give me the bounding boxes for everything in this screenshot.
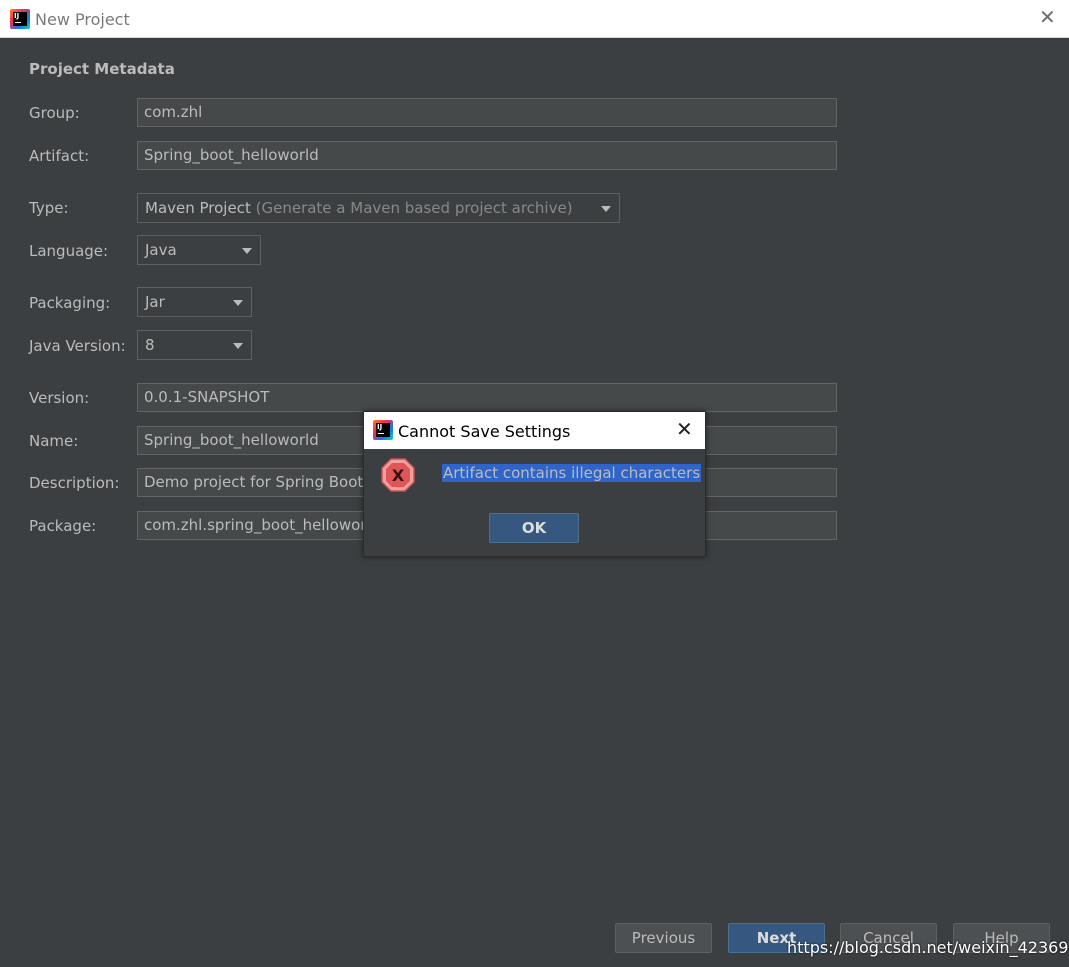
chevron-down-icon	[233, 300, 243, 306]
window-title: New Project	[35, 10, 130, 29]
java-version-label: Java Version:	[29, 337, 126, 355]
packaging-select[interactable]: Jar	[137, 287, 252, 317]
language-label: Language:	[29, 242, 109, 260]
intellij-idea-icon: IJ	[10, 9, 30, 29]
language-select[interactable]: Java	[137, 235, 261, 265]
type-select-hint: (Generate a Maven based project archive)	[255, 199, 573, 217]
window-close-icon[interactable]: ✕	[1039, 8, 1056, 28]
dialog-title: Cannot Save Settings	[398, 422, 571, 441]
language-select-value: Java	[145, 241, 177, 259]
ok-button[interactable]: OK	[489, 513, 579, 543]
group-field[interactable]: com.zhl	[137, 98, 837, 127]
error-dialog: IJ Cannot Save Settings ✕ X Artifact con…	[363, 411, 706, 557]
description-label: Description:	[29, 474, 120, 492]
name-label: Name:	[29, 432, 79, 450]
java-version-select[interactable]: 8	[137, 330, 252, 360]
watermark: https://blog.csdn.net/weixin_42369418	[787, 938, 1069, 957]
dialog-titlebar: IJ Cannot Save Settings ✕	[364, 412, 705, 449]
chevron-down-icon	[601, 206, 611, 212]
type-select[interactable]: Maven Project (Generate a Maven based pr…	[137, 193, 620, 223]
chevron-down-icon	[242, 248, 252, 254]
error-icon: X	[381, 458, 415, 492]
error-icon-glyph: X	[392, 466, 405, 485]
version-label: Version:	[29, 389, 90, 407]
type-label: Type:	[29, 199, 69, 217]
packaging-select-value: Jar	[145, 293, 165, 311]
dialog-close-icon[interactable]: ✕	[676, 420, 693, 440]
previous-button[interactable]: Previous	[615, 923, 712, 953]
chevron-down-icon	[233, 343, 243, 349]
error-message: Artifact contains illegal characters	[442, 464, 702, 482]
version-field[interactable]: 0.0.1-SNAPSHOT	[137, 383, 837, 412]
artifact-label: Artifact:	[29, 147, 90, 165]
type-select-value: Maven Project	[145, 199, 251, 217]
section-title: Project Metadata	[29, 60, 175, 78]
group-label: Group:	[29, 104, 80, 122]
window-titlebar: IJ New Project ✕	[0, 0, 1069, 38]
packaging-label: Packaging:	[29, 294, 111, 312]
intellij-idea-icon: IJ	[373, 420, 393, 440]
package-label: Package:	[29, 517, 97, 535]
java-version-select-value: 8	[145, 336, 155, 354]
artifact-field[interactable]: Spring_boot_helloworld	[137, 141, 837, 170]
